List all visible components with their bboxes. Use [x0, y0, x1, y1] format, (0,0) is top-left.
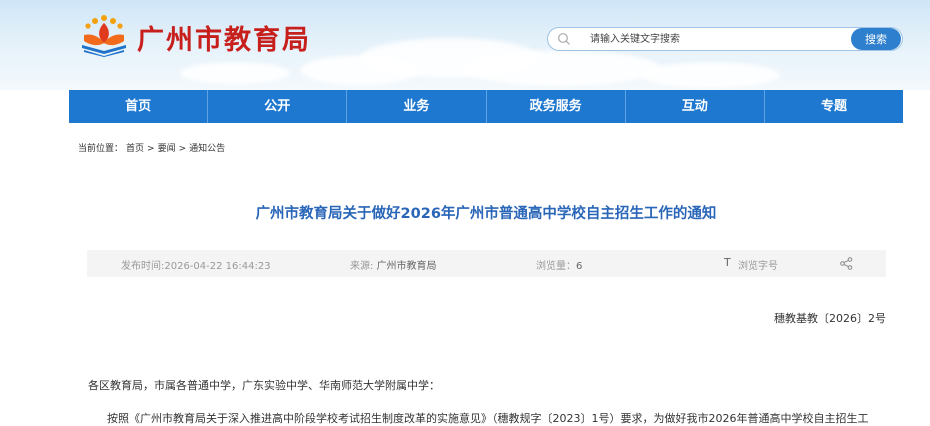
search-button[interactable]: 搜索 [851, 28, 901, 50]
breadcrumb-sep: > [178, 144, 187, 154]
breadcrumb-news[interactable]: 要闻 [158, 144, 176, 154]
nav-item-gov-services[interactable]: 政务服务 [487, 90, 626, 123]
source-value: 广州市教育局 [376, 261, 437, 272]
nav-item-public[interactable]: 公开 [208, 90, 348, 123]
nav-item-interaction[interactable]: 互动 [626, 90, 765, 123]
document-number: 穗教基教〔2026〕2号 [774, 312, 886, 325]
breadcrumb-sep: > [147, 144, 155, 154]
breadcrumb-home[interactable]: 首页 [126, 144, 144, 154]
site-title[interactable]: 广州市教育局 [137, 18, 311, 57]
breadcrumb-label: 当前位置： [78, 144, 124, 154]
search-icon [558, 33, 570, 45]
views-value: 6 [576, 261, 583, 272]
nav-item-home[interactable]: 首页 [69, 90, 209, 123]
article-title: 广州市教育局关于做好2026年广州市普通高中学校自主招生工作的通知 [255, 206, 717, 222]
article-source: 来源: 广州市教育局 [350, 257, 437, 272]
search-input[interactable] [590, 29, 840, 49]
publish-time: 发布时间:2026-04-22 16:44:23 [121, 261, 271, 272]
nav-item-business[interactable]: 业务 [347, 90, 487, 123]
breadcrumb-notices[interactable]: 通知公告 [189, 144, 225, 154]
font-size-control[interactable]: 浏览字号 [738, 257, 778, 272]
source-label: 来源: [350, 261, 377, 272]
main-nav: 首页 公开 业务 政务服务 互动 专题 [69, 90, 903, 123]
views-label: 浏览量： [536, 261, 576, 272]
share-icon[interactable] [840, 257, 853, 270]
font-size-icon[interactable]: T [724, 256, 731, 269]
nav-item-topics[interactable]: 专题 [765, 90, 903, 123]
article-paragraph: 按照《广州市教育局关于深入推进高中阶段学校考试招生制度改革的实施意见》（穗教规字… [107, 412, 869, 425]
view-count: 浏览量：6 [536, 257, 582, 272]
breadcrumb: 当前位置： 首页 > 要闻 > 通知公告 [78, 141, 228, 154]
education-bureau-logo-icon[interactable] [80, 13, 128, 57]
article-addressee: 各区教育局，市属各普通中学，广东实验中学、华南师范大学附属中学： [88, 379, 440, 392]
